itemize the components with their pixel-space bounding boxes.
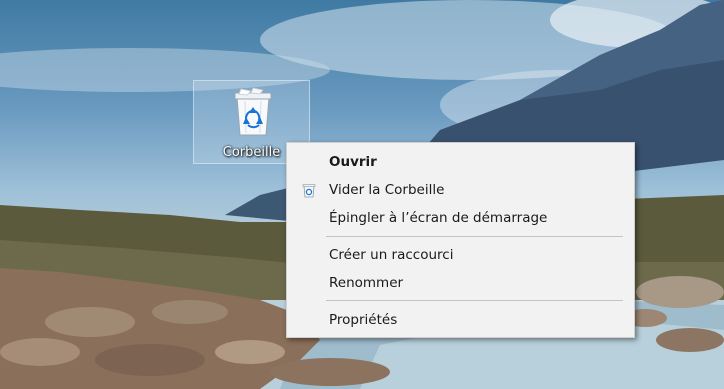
context-menu: Ouvrir Vider la Corbeille Épingler à l’é… bbox=[286, 142, 635, 338]
menu-item-open-label: Ouvrir bbox=[329, 154, 377, 170]
desktop[interactable]: Corbeille Ouvrir Vider la Corbeille Épin… bbox=[0, 0, 724, 389]
menu-separator bbox=[326, 236, 623, 237]
menu-item-properties-label: Propriétés bbox=[329, 312, 398, 328]
recycle-bin-small-icon bbox=[302, 184, 316, 198]
menu-item-create-shortcut-label: Créer un raccourci bbox=[329, 247, 454, 263]
menu-item-pin-to-start[interactable]: Épingler à l’écran de démarrage bbox=[287, 205, 634, 231]
recycle-bin-icon bbox=[234, 87, 272, 136]
menu-item-empty-recycle-bin[interactable]: Vider la Corbeille bbox=[287, 177, 634, 203]
menu-item-empty-recycle-bin-label: Vider la Corbeille bbox=[329, 182, 445, 198]
menu-item-pin-to-start-label: Épingler à l’écran de démarrage bbox=[329, 210, 548, 226]
menu-item-open[interactable]: Ouvrir bbox=[287, 149, 634, 175]
menu-item-create-shortcut[interactable]: Créer un raccourci bbox=[287, 242, 634, 268]
menu-item-rename[interactable]: Renommer bbox=[287, 270, 634, 296]
menu-item-rename-label: Renommer bbox=[329, 275, 404, 291]
menu-item-properties[interactable]: Propriétés bbox=[287, 307, 634, 333]
menu-separator bbox=[326, 300, 623, 301]
